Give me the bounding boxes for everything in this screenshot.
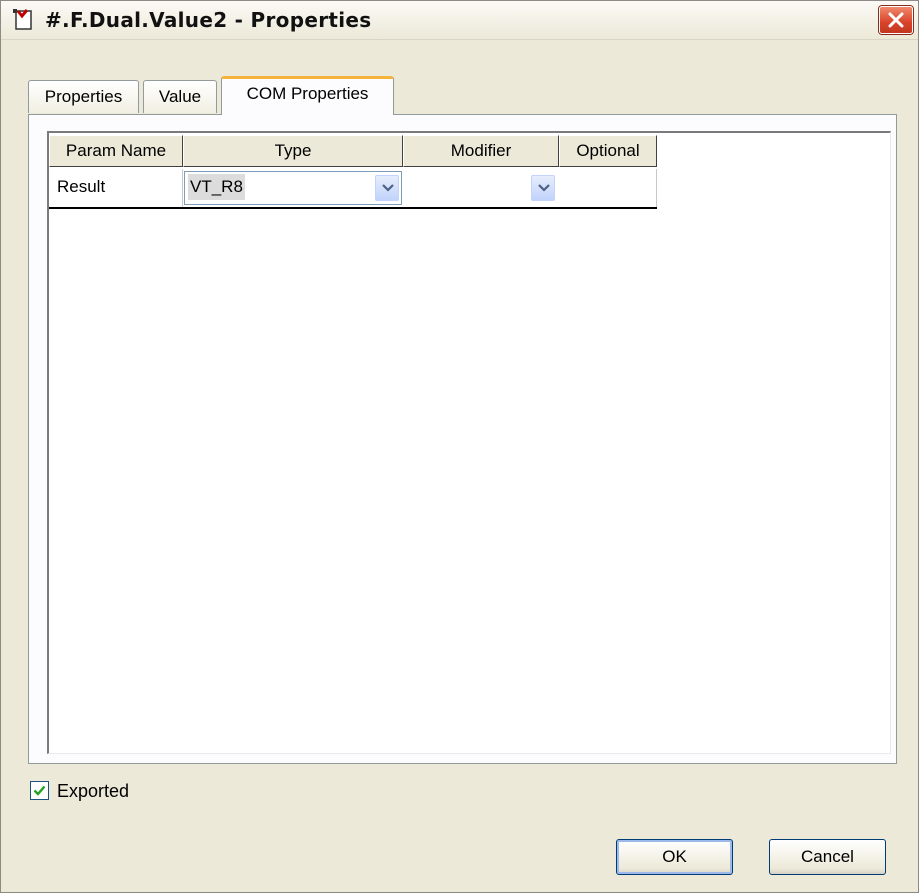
tab-label: Properties — [44, 87, 123, 106]
properties-page-icon — [13, 9, 35, 31]
tab-value[interactable]: Value — [143, 80, 217, 113]
exported-checkbox[interactable] — [30, 781, 49, 800]
exported-label[interactable]: Exported — [57, 779, 129, 803]
checkmark-icon — [33, 785, 46, 796]
chevron-down-icon — [382, 184, 394, 192]
modifier-dropdown-button[interactable] — [531, 175, 555, 201]
close-button[interactable] — [879, 6, 913, 34]
modifier-dropdown[interactable] — [404, 171, 558, 205]
tab-label: COM Properties — [246, 84, 369, 103]
tab-label: Value — [158, 87, 202, 106]
tab-properties[interactable]: Properties — [28, 80, 139, 113]
column-header-param-name[interactable]: Param Name — [49, 135, 183, 167]
row-divider — [49, 207, 657, 209]
chevron-down-icon — [538, 184, 550, 192]
column-header-optional[interactable]: Optional — [559, 135, 657, 167]
column-header-modifier[interactable]: Modifier — [403, 135, 559, 167]
cancel-button[interactable]: Cancel — [769, 839, 886, 875]
params-grid: Param Name Type Modifier Optional Result… — [47, 131, 891, 754]
type-dropdown[interactable]: VT_R8 — [184, 171, 402, 205]
type-value: VT_R8 — [188, 174, 245, 200]
close-x-icon — [888, 12, 904, 28]
title-bar[interactable]: #.F.Dual.Value2 - Properties — [1, 1, 918, 40]
optional-cell[interactable] — [559, 169, 657, 207]
column-header-type[interactable]: Type — [183, 135, 403, 167]
type-dropdown-button[interactable] — [375, 175, 399, 201]
properties-dialog: #.F.Dual.Value2 - Properties Properties … — [0, 0, 919, 893]
window-title: #.F.Dual.Value2 - Properties — [45, 8, 372, 32]
param-name-cell[interactable]: Result — [49, 169, 183, 207]
ok-button[interactable]: OK — [616, 839, 733, 875]
tab-com-properties[interactable]: COM Properties — [221, 76, 394, 115]
